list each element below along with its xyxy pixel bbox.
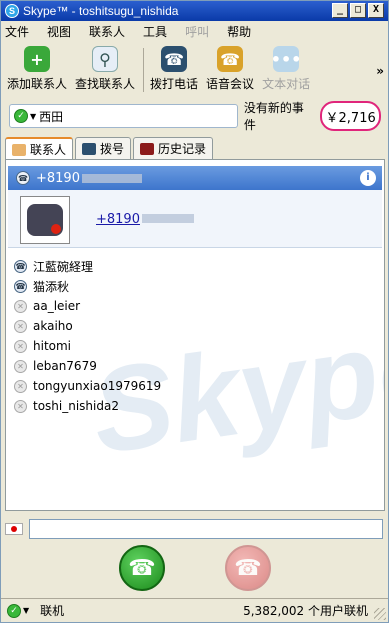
menu-tools[interactable]: 工具 [143,23,167,40]
dial-bar [5,518,385,540]
contact-name: hitomi [33,339,72,353]
redacted-link [141,214,194,223]
menu-call[interactable]: 呼叫 [185,23,209,40]
text-chat-button[interactable]: ••• 文本对话 [262,42,310,92]
text-chat-label: 文本对话 [262,77,311,91]
link-prefix: +8190 [96,212,140,227]
toolbar: + 添加联系人 ⚲ 查找联系人 ☎ 拨打电话 ☎ 语音会议 ••• 文本对话 » [1,42,388,98]
chat-icon: ••• [271,46,301,72]
offline-icon: ✕ [14,359,27,373]
phone-icon: ☎ [161,46,188,72]
contact-number-link[interactable]: +8190 [96,212,194,227]
list-item[interactable]: ☎ 江藍碗経理 [14,256,161,276]
hangup-button[interactable]: ☎ [225,545,271,591]
window-title: Skype™ - toshitsugu_nishida [23,4,179,18]
conference-button[interactable]: ☎ 语音会议 [206,42,254,92]
offline-icon: ✕ [14,399,27,413]
tab-contacts[interactable]: 联系人 [5,137,74,160]
title-bar: S Skype™ - toshitsugu_nishida _ □ X [1,1,388,21]
list-item[interactable]: ✕ hitomi [14,336,161,356]
list-item[interactable]: ✕ leban7679 [14,356,161,376]
menu-bar: 文件 视图 联系人 工具 呼叫 帮助 [1,21,388,41]
japan-flag-icon[interactable] [5,523,23,535]
conference-label: 语音会议 [206,77,255,91]
offline-icon: ✕ [14,319,27,333]
offline-icon: ✕ [14,299,27,313]
toolbar-more-button[interactable]: » [376,64,384,78]
phone-avatar [20,196,70,244]
status-row: ✓ ▼ 西田 没有新的事件 ￥2,716 [9,101,381,132]
contact-name: tongyunxiao1979619 [33,379,162,393]
resize-grip[interactable] [374,608,386,620]
find-contact-button[interactable]: ⚲ 查找联系人 [75,42,135,92]
dial-input[interactable] [29,519,383,539]
add-contact-label: 添加联系人 [7,77,68,91]
maximize-button[interactable]: □ [350,3,366,18]
users-online-count: 5,382,002 个用户联机 [243,604,368,618]
skype-credit[interactable]: ￥2,716 [320,101,381,131]
contact-name: leban7679 [33,359,97,373]
conference-icon: ☎ [217,46,244,72]
offline-icon: ✕ [14,339,27,353]
list-item[interactable]: ✕ tongyunxiao1979619 [14,376,161,396]
hangup-icon: ☎ [234,555,262,581]
menu-contacts[interactable]: 联系人 [89,23,125,40]
contacts-icon [12,143,26,156]
redacted-number [81,173,142,183]
tab-history[interactable]: 历史记录 [133,137,214,159]
contact-name: 江藍碗経理 [33,259,94,274]
selected-number: +8190 [36,170,80,186]
status-name: 西田 [39,109,64,124]
phone-contact-icon: ☎ [16,171,30,185]
contact-detail: +8190 [8,190,382,248]
dial-icon [82,142,97,155]
selected-contact-row[interactable]: ☎ +8190 i [8,166,382,190]
minimize-button[interactable]: _ [332,3,348,18]
status-bar: ✓ ▼ 联机 5,382,002 个用户联机 [1,598,388,622]
tab-dial[interactable]: 拨号 [75,137,132,159]
contact-name: aa_leier [33,299,81,313]
phone-contact-icon: ☎ [14,259,27,273]
close-button[interactable]: X [368,3,384,18]
tab-dial-label: 拨号 [100,142,125,156]
tab-bar: 联系人 拨号 历史记录 [5,137,215,160]
call-button[interactable]: ☎ [119,545,165,591]
status-selector[interactable]: ✓ ▼ 西田 [9,104,238,128]
phone-contact-icon: ☎ [14,279,27,293]
add-contact-icon: + [24,46,50,72]
list-item[interactable]: ☎ 猫添秋 [14,276,161,296]
chevron-down-icon: ▼ [30,111,37,121]
tab-history-label: 历史记录 [158,142,207,156]
find-contact-label: 查找联系人 [75,77,136,91]
menu-help[interactable]: 帮助 [227,23,251,40]
info-icon[interactable]: i [360,170,376,186]
offline-icon: ✕ [14,379,27,393]
contact-name: toshi_nishida2 [33,399,119,413]
contacts-panel: Skype ☎ +8190 i +8190 ☎ 江藍碗経理 ☎ 猫添秋 ✕ aa… [5,159,385,511]
add-contact-button[interactable]: + 添加联系人 [7,42,67,92]
menu-file[interactable]: 文件 [5,23,29,40]
history-icon [140,142,155,155]
chevron-down-icon[interactable]: ▼ [23,606,29,615]
tab-contacts-label: 联系人 [30,143,67,157]
phone-icon: ☎ [128,555,156,581]
online-status-icon: ✓ [14,109,28,123]
search-icon: ⚲ [92,46,119,72]
menu-view[interactable]: 视图 [47,23,71,40]
call-phone-label: 拨打电话 [150,77,199,91]
skype-window: S Skype™ - toshitsugu_nishida _ □ X 文件 视… [0,0,389,623]
events-text[interactable]: 没有新的事件 [244,99,314,133]
contact-name: 猫添秋 [33,279,70,294]
contact-name: akaiho [33,319,73,333]
contact-list: ☎ 江藍碗経理 ☎ 猫添秋 ✕ aa_leier ✕ akaiho ✕ hito… [14,256,161,416]
call-phone-button[interactable]: ☎ 拨打电话 [150,42,198,92]
list-item[interactable]: ✕ aa_leier [14,296,161,316]
list-item[interactable]: ✕ toshi_nishida2 [14,396,161,416]
skype-logo-icon: S [5,4,19,18]
online-status-icon[interactable]: ✓ [7,603,21,618]
online-status-text: 联机 [40,604,65,618]
list-item[interactable]: ✕ akaiho [14,316,161,336]
toolbar-divider [143,48,145,92]
